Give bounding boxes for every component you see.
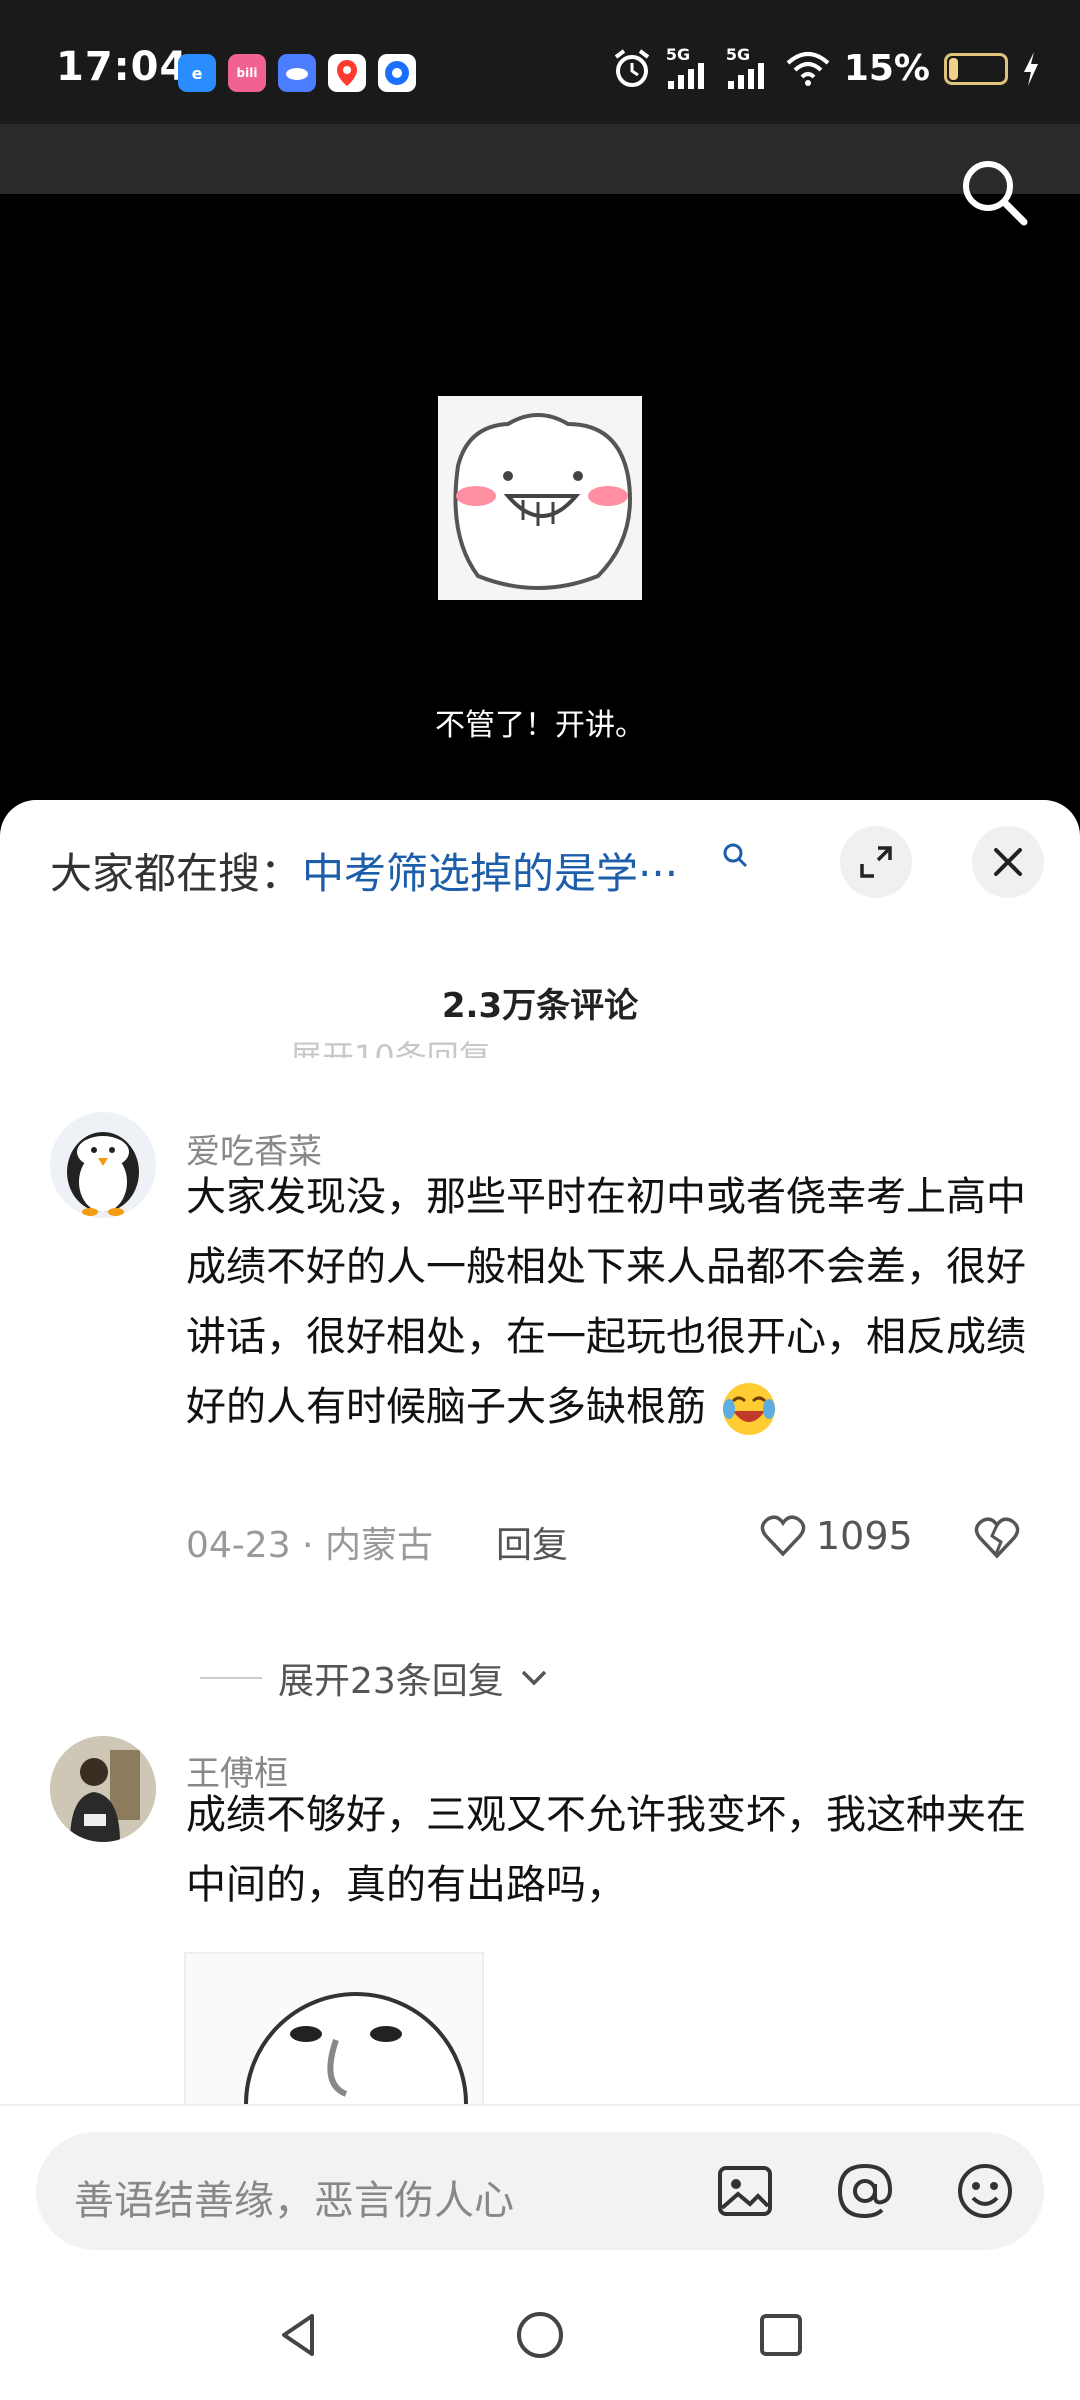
expand-sheet-button[interactable] [840, 826, 912, 898]
trending-search[interactable]: 大家都在搜：中考筛选掉的是学··· [50, 840, 678, 901]
expand-replies-button[interactable]: 展开23条回复 [200, 1652, 548, 1704]
search-button[interactable] [958, 156, 1030, 228]
recent-apps-icon[interactable] [754, 2308, 808, 2362]
bilibili-app-icon: bili [228, 54, 266, 92]
like-button[interactable]: 1095 [760, 1514, 913, 1558]
trending-search-icon[interactable] [722, 842, 748, 868]
top-strip [0, 124, 1080, 194]
comment-count: 2.3万条评论 [441, 986, 639, 1026]
close-sheet-button[interactable] [972, 826, 1044, 898]
expand-icon [860, 846, 892, 878]
avatar[interactable] [50, 1112, 156, 1218]
comment-date-location: 04-23 · 内蒙古 [186, 1525, 433, 1566]
broken-heart-icon[interactable] [974, 1516, 1020, 1560]
map-app-icon [328, 54, 366, 92]
search-icon [963, 161, 1028, 226]
back-icon[interactable] [272, 2308, 326, 2362]
alarm-icon [614, 48, 650, 87]
signal-1-icon: 5G [666, 45, 712, 89]
comment-item: 爱吃香菜 大家发现没，那些平时在初中或者侥幸考上高中成绩不好的人一般相处下来人品… [0, 1112, 1080, 1566]
comment-item: 王傅桓 成绩不够好，三观又不允许我变坏，我这种夹在中间的，真的有出路吗， [0, 1736, 1080, 2152]
chevron-down-icon [521, 1670, 547, 1686]
emoji-icon[interactable] [954, 2160, 1016, 2222]
expand-replies-label: 展开23条回复 [278, 1661, 504, 1702]
shield-app-icon [378, 54, 416, 92]
close-icon [994, 848, 1022, 876]
comment-text: 成绩不够好，三观又不允许我变坏，我这种夹在中间的，真的有出路吗， [186, 1792, 1026, 1908]
signal-2-icon: 5G [726, 45, 772, 89]
battery-percent: 15% [843, 48, 930, 89]
avatar[interactable] [50, 1736, 156, 1842]
image-picker-icon[interactable] [714, 2160, 776, 2222]
trending-label: 大家都在搜： [50, 849, 303, 898]
divider-line [200, 1677, 262, 1679]
cloud-app-icon [278, 54, 316, 92]
charging-icon [1024, 51, 1038, 86]
status-right: 5G 5G 15% [612, 45, 1040, 89]
status-app-icons: e bili [178, 54, 416, 92]
partial-expand-replies[interactable]: 展开10条回复 [290, 1032, 491, 1058]
video-subtitle: 不管了！开讲。 [435, 708, 645, 743]
reply-button[interactable]: 回复 [496, 1516, 568, 1568]
home-icon[interactable] [513, 2308, 567, 2362]
battery-icon [944, 52, 1008, 85]
comment-input-bar: 善语结善缘，恶言伤人心 [0, 2104, 1080, 2264]
heart-icon [760, 1515, 806, 1557]
status-time: 17:04 [56, 44, 189, 90]
system-nav-bar [0, 2264, 1080, 2400]
comment-input-placeholder: 善语结善缘，恶言伤人心 [74, 2178, 514, 2224]
battery-fill [949, 57, 958, 80]
comment-text: 大家发现没，那些平时在初中或者侥幸考上高中成绩不好的人一般相处下来人品都不会差，… [186, 1162, 1046, 1442]
like-count: 1095 [816, 1514, 913, 1558]
browser-app-icon: e [178, 54, 216, 92]
laughing-crying-emoji-icon [722, 1383, 775, 1435]
comment-input[interactable]: 善语结善缘，恶言伤人心 [36, 2132, 1044, 2250]
wifi-icon [786, 51, 830, 86]
mention-icon[interactable] [834, 2160, 896, 2222]
trending-query[interactable]: 中考筛选掉的是学··· [302, 849, 678, 898]
status-bar: 17:04 e bili 5G 5G 15% [0, 0, 1080, 130]
video-sticker-image [438, 396, 642, 600]
